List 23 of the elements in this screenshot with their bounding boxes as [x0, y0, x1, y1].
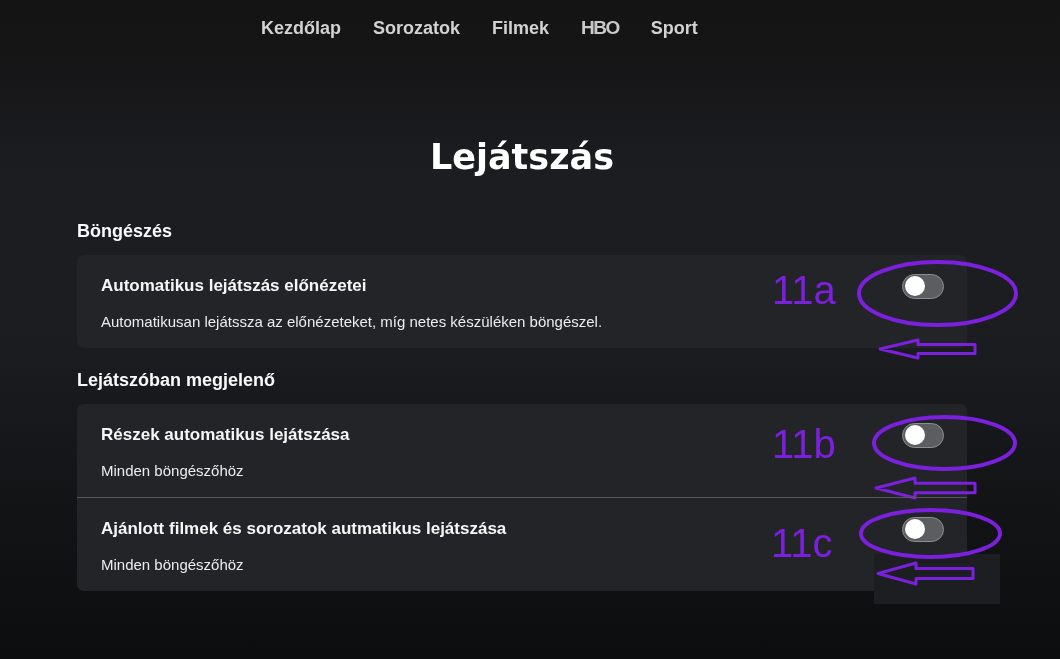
nav-link[interactable]: Sport — [650, 16, 698, 39]
toggle-switch[interactable] — [902, 274, 944, 299]
page-title: Lejátszás — [429, 136, 614, 179]
setting-description: Minden böngészőhöz — [101, 555, 244, 575]
left-arrow-icon — [876, 561, 975, 586]
setting-description: Automatikusan lejátssza az előnézeteket, míg netes készüléken böngészel. — [101, 312, 603, 332]
logo-link[interactable]: HBO — [581, 16, 619, 39]
toggle-switch[interactable] — [902, 517, 944, 542]
nav-link[interactable]: Sorozatok — [373, 16, 461, 39]
setting-title: Automatikus lejátszás előnézetei — [101, 275, 367, 297]
section-heading: Böngészés — [77, 220, 173, 242]
left-arrow-icon — [878, 338, 977, 360]
setting-description: Minden böngészőhöz — [101, 461, 244, 481]
setting-title: Ajánlott filmek és sorozatok autmatikus lejátszása — [101, 518, 507, 540]
left-arrow-icon — [874, 476, 977, 500]
section-heading: Lejátszóban megjelenő — [77, 369, 276, 391]
annotation-label: 11a — [772, 270, 836, 310]
nav-link[interactable]: Kezdőlap — [261, 16, 341, 39]
annotation-label: 11b — [772, 424, 836, 464]
nav-link[interactable]: Filmek — [492, 16, 550, 39]
toggle-switch[interactable] — [902, 423, 944, 448]
annotation-label: 11c — [771, 523, 833, 563]
setting-title: Részek automatikus lejátszása — [101, 424, 350, 446]
